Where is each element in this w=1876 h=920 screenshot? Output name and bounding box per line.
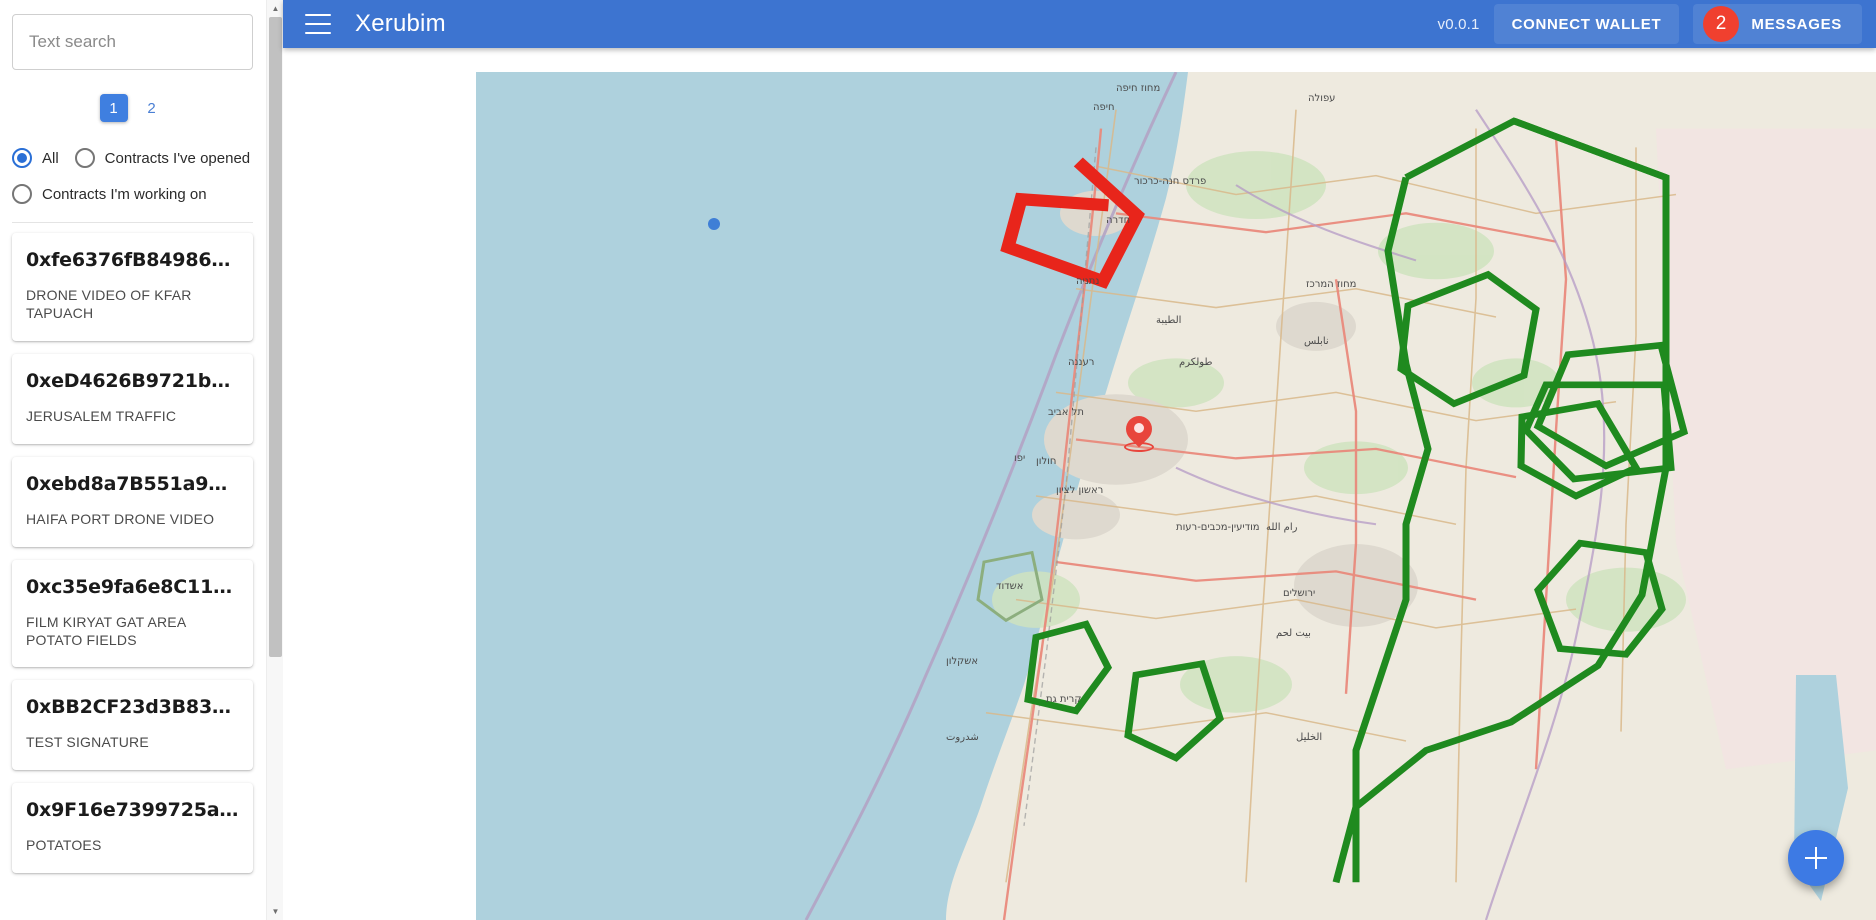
filter-row-secondary: Contracts I'm working on [12,184,253,204]
zone-polygon-1 [1397,270,1540,408]
connect-wallet-button[interactable]: CONNECT WALLET [1493,4,1680,44]
contract-address: 0xfe6376fB849867… [26,249,239,271]
map-vector-overlays [976,117,1689,884]
contract-address: 0xc35e9fa6e8C11B… [26,575,239,598]
red-drawing-polygon [1000,157,1145,289]
scrollbar-thumb[interactable] [269,17,282,657]
messages-button[interactable]: 2 MESSAGES [1693,4,1862,44]
scroll-down-icon[interactable]: ▼ [267,903,283,920]
contract-filter-group: All Contracts I've opened Contracts I'm … [12,148,253,204]
page-title: Xerubim [355,10,446,37]
filter-option-working-on[interactable]: Contracts I'm working on [12,184,207,204]
filter-option-opened[interactable]: Contracts I've opened [74,148,251,168]
radio-icon-all[interactable] [12,148,32,168]
map-pin-shadow [1123,442,1154,453]
contract-list: 0xfe6376fB849867… DRONE VIDEO OF KFAR TA… [12,233,253,874]
contract-title: TEST SIGNATURE [26,734,149,751]
search-section [12,0,253,70]
app-root: 1 2 All Contracts I've opened [0,0,1876,920]
filter-label-all: All [42,149,59,167]
sidebar-content: 1 2 All Contracts I've opened [0,0,265,920]
pagination: 1 2 [12,94,253,122]
messages-button-label: MESSAGES [1751,15,1842,33]
zone-polygon-small [976,550,1044,623]
filter-row-primary: All Contracts I've opened [12,148,253,168]
radio-icon-working-on[interactable] [12,184,32,204]
zone-polygon-2 [1533,341,1689,470]
zone-boundary-north [1404,117,1668,181]
contract-address: 0xBB2CF23d3B83a… [26,696,239,719]
main-area: Xerubim v0.0.1 CONNECT WALLET 2 MESSAGES [283,0,1876,920]
map-pin-dot [1133,423,1144,434]
zone-polygon-ashkelon [1024,620,1113,715]
app-header: Xerubim v0.0.1 CONNECT WALLET 2 MESSAGES [283,0,1876,48]
sidebar-scrollbar[interactable]: ▲ ▼ [266,0,283,920]
filter-option-all[interactable]: All [12,148,59,168]
radio-icon-opened[interactable] [74,148,95,168]
map-canvas[interactable]: חיפה מחוז חיפה עפולה חדרה נתניה פרדס חנה-כרכו… [476,72,1876,920]
filter-label-opened: Contracts I've opened [104,149,251,167]
search-input[interactable] [12,14,253,70]
hamburger-menu-icon[interactable] [305,14,331,34]
map-pin-icon[interactable] [1120,410,1157,454]
contract-address: 0x9F16e7399725a5… [26,799,239,822]
contract-title: POTATOES [26,837,102,854]
zone-polygon-kiryatgat [1124,659,1224,762]
contract-title: FILM KIRYAT GAT AREA POTATO FIELDS [26,613,186,648]
contracts-sidebar: 1 2 All Contracts I've opened [0,0,283,920]
list-item[interactable]: 0xBB2CF23d3B83a… TEST SIGNATURE [12,680,253,771]
map-shell: חיפה מחוז חיפה עפולה חדרה נתניה פרדס חנה-כרכו… [283,48,1876,920]
sidebar-divider [12,222,253,223]
list-item[interactable]: 0x9F16e7399725a5… POTATOES [12,783,253,874]
filter-label-working-on: Contracts I'm working on [42,185,207,203]
status-badge: 2 [1703,6,1740,42]
plus-icon [1805,847,1827,869]
page-button-2[interactable]: 2 [138,94,166,122]
contract-address: 0xeD4626B9721bEb… [26,369,239,392]
list-item[interactable]: 0xc35e9fa6e8C11B… FILM KIRYAT GAT AREA P… [12,559,253,668]
scroll-up-icon[interactable]: ▲ [267,0,283,17]
version-label: v0.0.1 [1437,15,1480,33]
add-contract-fab[interactable] [1788,830,1844,886]
list-item[interactable]: 0xeD4626B9721bEb… JERUSALEM TRAFFIC [12,353,253,444]
list-item[interactable]: 0xfe6376fB849867… DRONE VIDEO OF KFAR TA… [12,233,253,341]
contract-address: 0xebd8a7B551a93c… [26,472,239,495]
contract-title: HAIFA PORT DRONE VIDEO [26,510,215,527]
page-button-1[interactable]: 1 [99,94,128,122]
zone-boundary-east [1332,117,1670,884]
list-item[interactable]: 0xebd8a7B551a93c… HAIFA PORT DRONE VIDEO [12,456,253,547]
contract-title: JERUSALEM TRAFFIC [26,407,177,424]
contract-title: DRONE VIDEO OF KFAR TAPUACH [26,287,192,321]
